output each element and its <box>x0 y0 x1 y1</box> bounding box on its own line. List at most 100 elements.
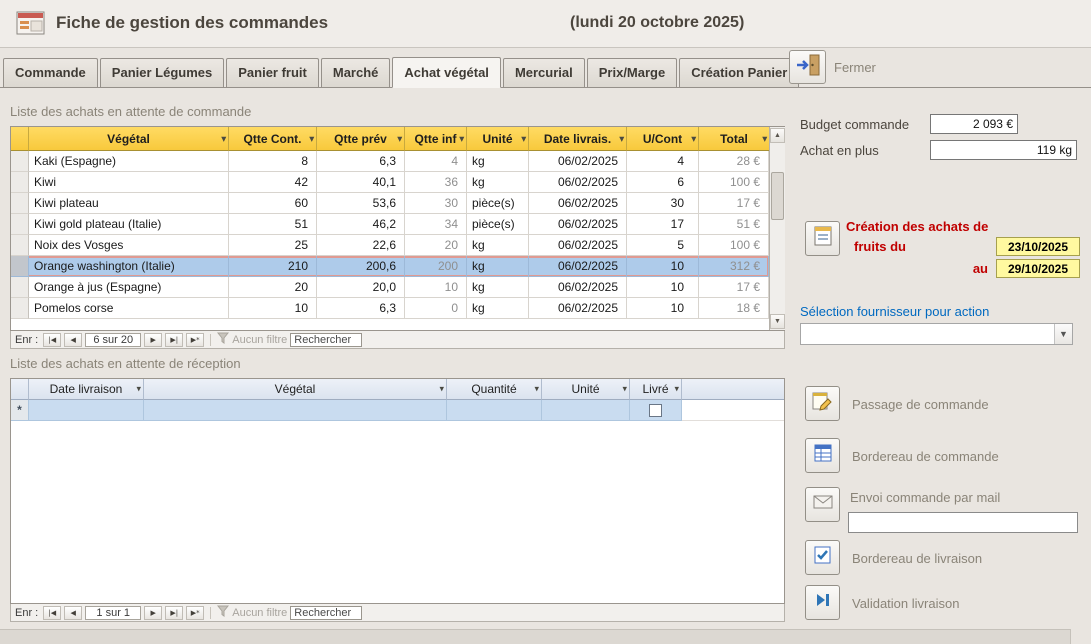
column-dropdown-icon[interactable]: ▾ <box>762 133 767 144</box>
column-header-livre[interactable]: Livré▾ <box>630 379 682 400</box>
orders-cell[interactable]: 312 € <box>699 256 769 277</box>
orders-cell[interactable]: 17 € <box>699 277 769 298</box>
new-record-row[interactable]: * <box>11 400 784 421</box>
close-form-button[interactable] <box>789 50 826 84</box>
column-dropdown-icon[interactable]: ▾ <box>534 384 539 395</box>
nav-prev-button[interactable]: ◀ <box>64 333 82 347</box>
tab-creation-panier[interactable]: Création Panier <box>679 58 799 87</box>
column-dropdown-icon[interactable]: ▾ <box>619 133 624 144</box>
orders-cell[interactable]: 4 <box>405 151 467 172</box>
livre-checkbox[interactable] <box>649 404 662 417</box>
budget-value-field[interactable]: 2 093 € <box>930 114 1018 134</box>
orders-cell[interactable]: 36 <box>405 172 467 193</box>
orders-cell[interactable]: 210 <box>229 256 317 277</box>
orders-cell[interactable]: 06/02/2025 <box>529 256 627 277</box>
new-record-selector[interactable]: * <box>11 400 29 421</box>
orders-cell[interactable]: 20 <box>405 235 467 256</box>
orders-cell[interactable]: 17 € <box>699 193 769 214</box>
orders-cell[interactable]: 60 <box>229 193 317 214</box>
cell-vegetal[interactable] <box>144 400 447 421</box>
create-fruit-orders-button[interactable] <box>805 221 840 256</box>
orders-cell[interactable]: 46,2 <box>317 214 405 235</box>
orders-cell[interactable]: 34 <box>405 214 467 235</box>
envoi-mail-button[interactable] <box>805 487 840 522</box>
orders-cell[interactable]: 06/02/2025 <box>529 298 627 319</box>
validation-livraison-button[interactable] <box>805 585 840 620</box>
cell-quantite[interactable] <box>447 400 542 421</box>
row-selector[interactable] <box>11 193 29 214</box>
column-header-u-cont[interactable]: U/Cont▾ <box>627 127 699 151</box>
nav-first-button[interactable]: |◀ <box>43 333 61 347</box>
nav-next-button[interactable]: ▶ <box>144 333 162 347</box>
column-header-total[interactable]: Total▾ <box>699 127 769 151</box>
tab-mercurial[interactable]: Mercurial <box>503 58 585 87</box>
orders-cell[interactable]: 200 <box>405 256 467 277</box>
column-dropdown-icon[interactable]: ▾ <box>622 384 627 395</box>
receptions-search-input[interactable] <box>290 606 362 620</box>
bordereau-commande-button[interactable] <box>805 438 840 473</box>
orders-cell[interactable]: 30 <box>627 193 699 214</box>
orders-cell[interactable]: 51 € <box>699 214 769 235</box>
orders-cell[interactable]: 51 <box>229 214 317 235</box>
mail-address-input[interactable] <box>848 512 1078 533</box>
orders-cell[interactable]: Noix des Vosges <box>29 235 229 256</box>
date-from-field[interactable]: 23/10/2025 <box>996 237 1080 256</box>
orders-cell[interactable]: 42 <box>229 172 317 193</box>
orders-cell[interactable]: 25 <box>229 235 317 256</box>
filter-status-label[interactable]: Aucun filtre <box>232 334 287 346</box>
row-selector[interactable] <box>11 172 29 193</box>
orders-cell[interactable]: 18 € <box>699 298 769 319</box>
nav-new-record-button[interactable]: ▶* <box>186 606 204 620</box>
orders-cell[interactable]: 6 <box>627 172 699 193</box>
select-all-corner[interactable] <box>11 127 29 151</box>
column-dropdown-icon[interactable]: ▾ <box>691 133 696 144</box>
orders-table-row[interactable]: Kaki (Espagne)86,34kg06/02/2025428 € <box>11 151 769 172</box>
orders-search-input[interactable] <box>290 333 362 347</box>
column-dropdown-icon[interactable]: ▾ <box>674 384 679 395</box>
column-header-qtte-prev[interactable]: Qtte prév▾ <box>317 127 405 151</box>
orders-cell[interactable]: 5 <box>627 235 699 256</box>
row-selector[interactable] <box>11 298 29 319</box>
column-header-qtte-cont[interactable]: Qtte Cont.▾ <box>229 127 317 151</box>
nav-last-button[interactable]: ▶| <box>165 606 183 620</box>
column-header-date-livrais[interactable]: Date livrais.▾ <box>529 127 627 151</box>
nav-new-record-button[interactable]: ▶* <box>186 333 204 347</box>
nav-next-button[interactable]: ▶ <box>144 606 162 620</box>
orders-cell[interactable]: 53,6 <box>317 193 405 214</box>
column-header-quantite[interactable]: Quantité▾ <box>447 379 542 400</box>
orders-cell[interactable]: 100 € <box>699 172 769 193</box>
orders-cell[interactable]: kg <box>467 151 529 172</box>
cell-unite[interactable] <box>542 400 630 421</box>
orders-cell[interactable]: Kiwi gold plateau (Italie) <box>29 214 229 235</box>
orders-table-row[interactable]: Kiwi4240,136kg06/02/20256100 € <box>11 172 769 193</box>
orders-cell[interactable]: 20,0 <box>317 277 405 298</box>
column-dropdown-icon[interactable]: ▾ <box>521 133 526 144</box>
orders-cell[interactable]: kg <box>467 235 529 256</box>
cell-livre[interactable] <box>630 400 682 421</box>
orders-table-row[interactable]: Noix des Vosges2522,620kg06/02/20255100 … <box>11 235 769 256</box>
passage-commande-button[interactable] <box>805 386 840 421</box>
combo-dropdown-button[interactable]: ▼ <box>1054 324 1072 344</box>
orders-cell[interactable]: 100 € <box>699 235 769 256</box>
filter-status-label[interactable]: Aucun filtre <box>232 607 287 619</box>
orders-cell[interactable]: 06/02/2025 <box>529 235 627 256</box>
row-selector[interactable] <box>11 277 29 298</box>
orders-cell[interactable]: 10 <box>405 277 467 298</box>
orders-cell[interactable]: pièce(s) <box>467 193 529 214</box>
scroll-up-icon[interactable]: ▲ <box>770 128 785 143</box>
orders-table-row[interactable]: Orange washington (Italie)210200,6200kg0… <box>11 256 769 277</box>
nav-last-button[interactable]: ▶| <box>165 333 183 347</box>
orders-cell[interactable]: 17 <box>627 214 699 235</box>
orders-cell[interactable]: 6,3 <box>317 151 405 172</box>
orders-cell[interactable]: Orange à jus (Espagne) <box>29 277 229 298</box>
orders-cell[interactable]: 22,6 <box>317 235 405 256</box>
column-header-unite[interactable]: Unité▾ <box>467 127 529 151</box>
row-selector[interactable] <box>11 151 29 172</box>
orders-cell[interactable]: Kaki (Espagne) <box>29 151 229 172</box>
orders-cell[interactable]: kg <box>467 298 529 319</box>
tab-achat-vegetal[interactable]: Achat végétal <box>392 57 501 88</box>
extra-purchase-value-field[interactable]: 119 kg <box>930 140 1077 160</box>
column-header-vegetal[interactable]: Végétal▾ <box>29 127 229 151</box>
orders-cell[interactable]: 10 <box>229 298 317 319</box>
orders-table-row[interactable]: Orange à jus (Espagne)2020,010kg06/02/20… <box>11 277 769 298</box>
